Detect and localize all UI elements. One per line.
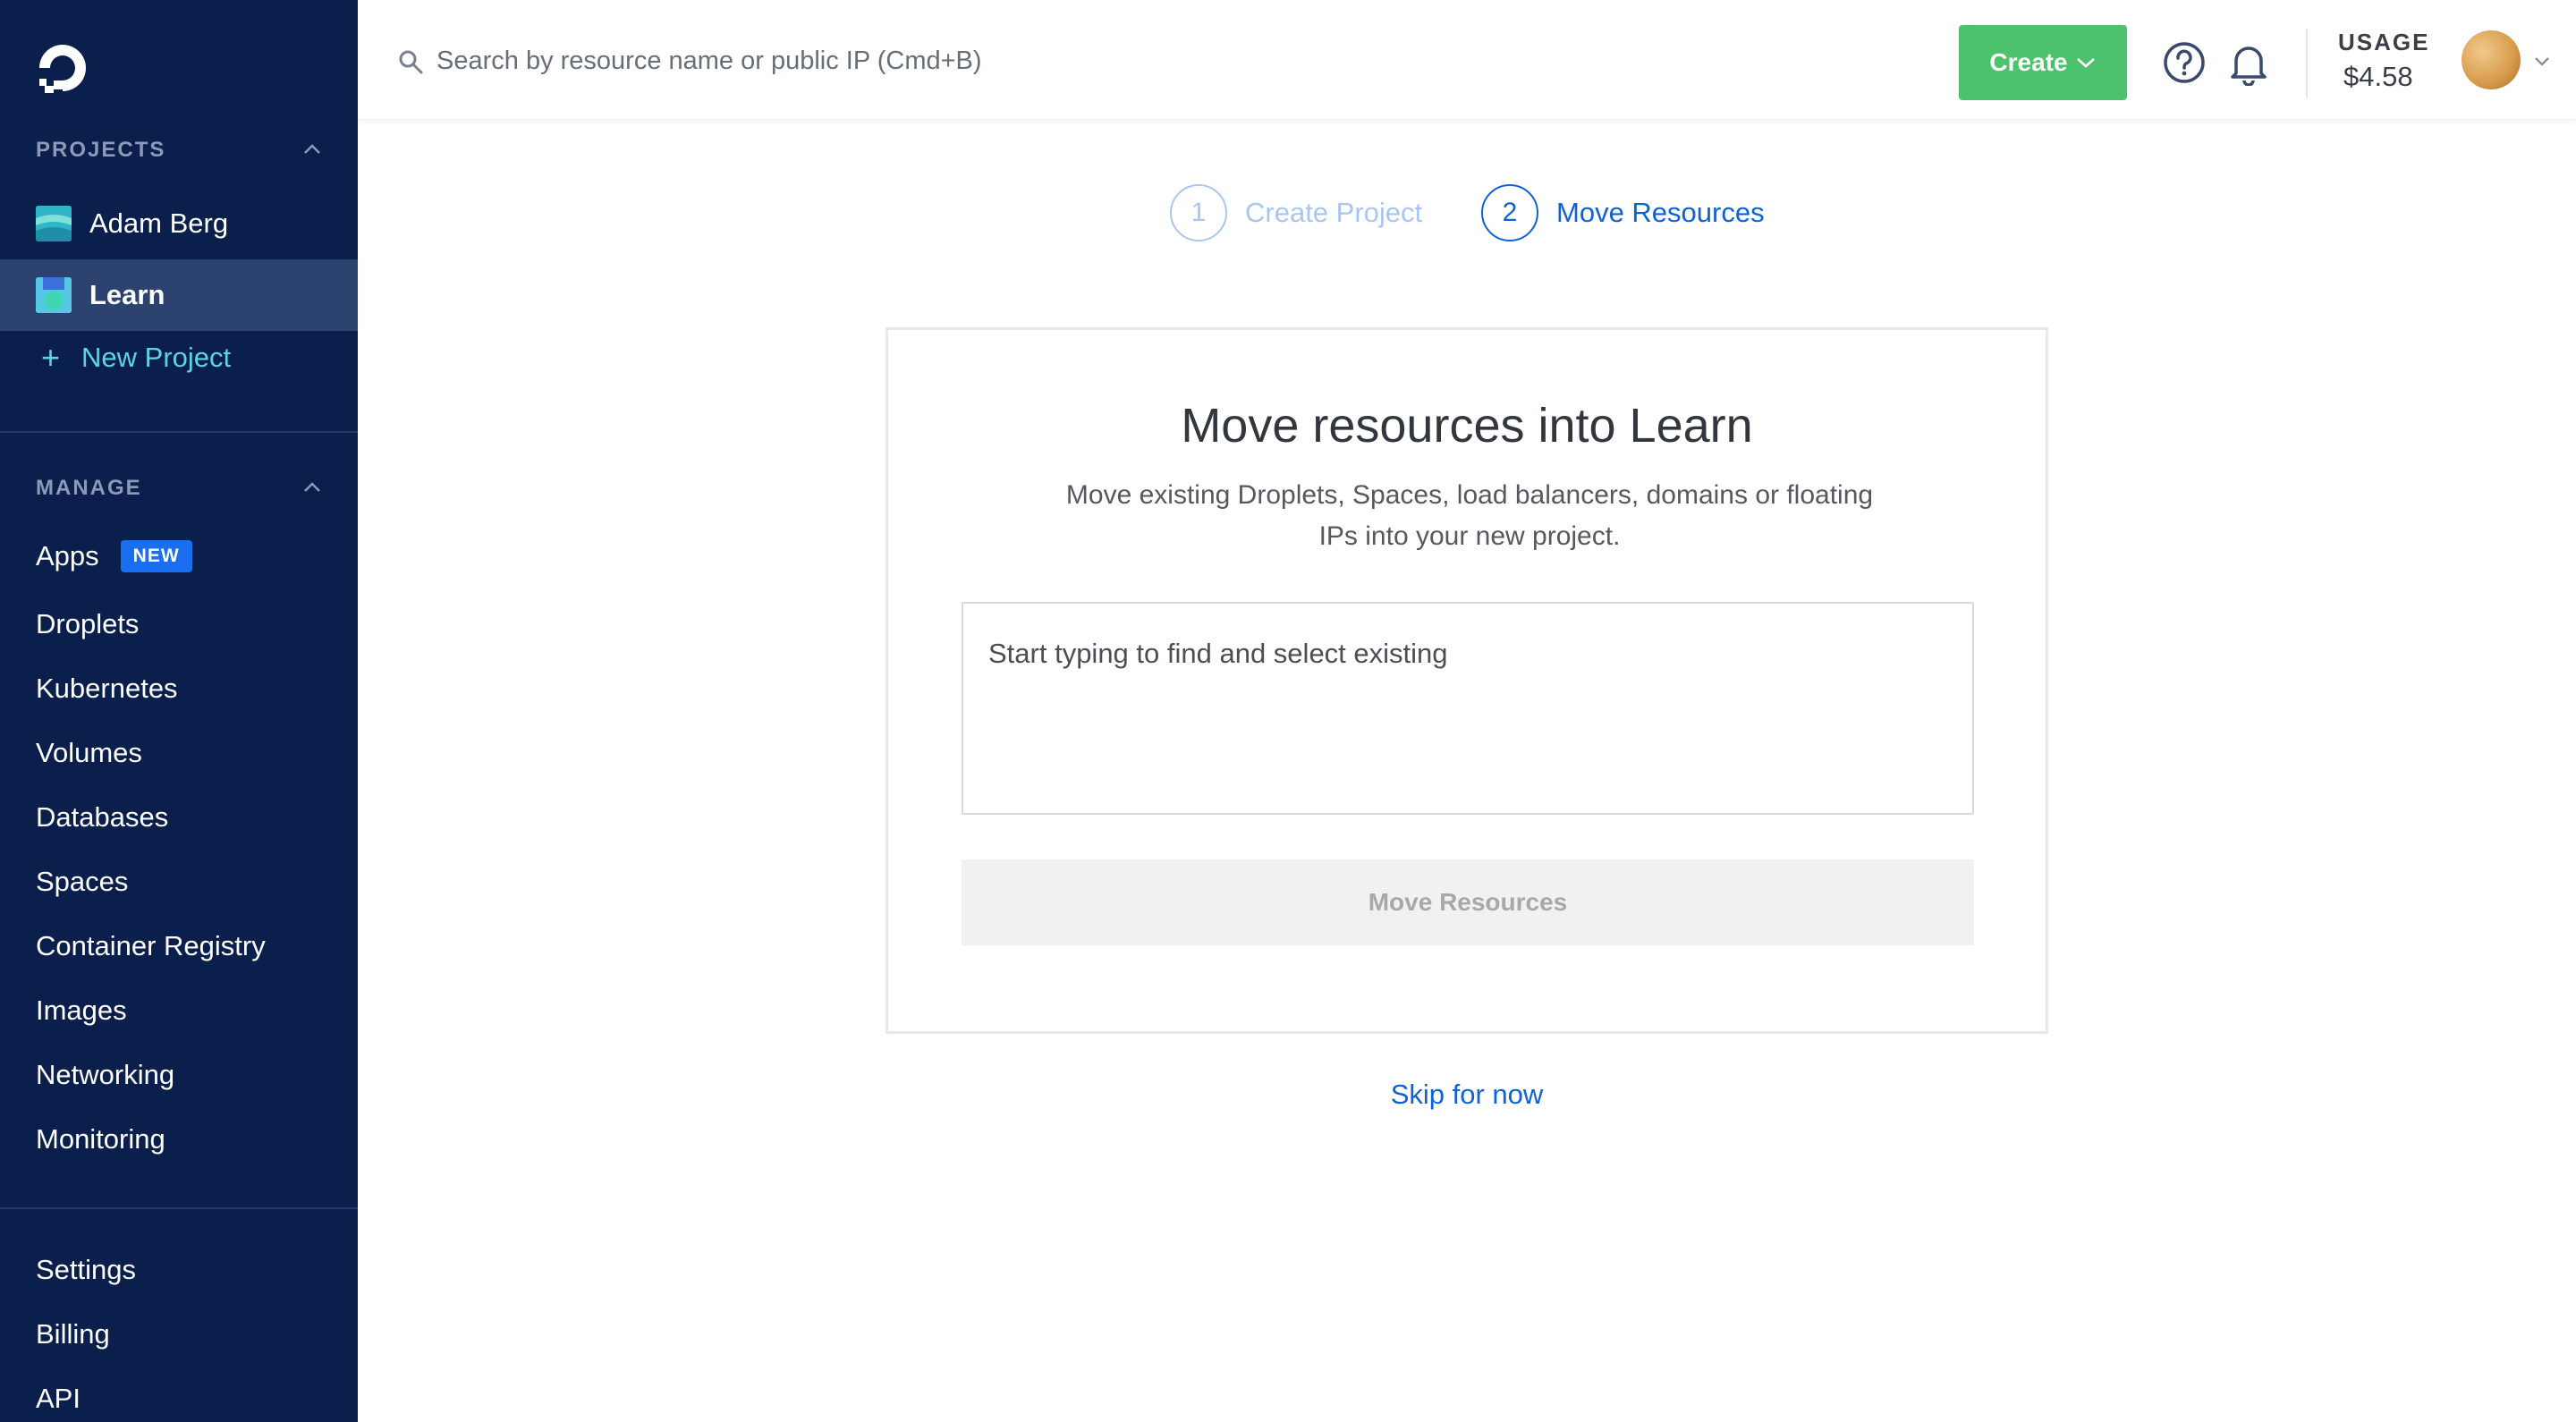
project-avatar-icon — [36, 206, 72, 241]
step-number: 1 — [1170, 184, 1227, 241]
sidebar-item-spaces[interactable]: Spaces — [36, 866, 128, 898]
search-icon — [399, 50, 423, 74]
sidebar-item-kubernetes[interactable]: Kubernetes — [36, 673, 178, 705]
new-project-label: New Project — [81, 342, 232, 373]
topbar-divider — [2306, 29, 2308, 98]
sidebar-item-images[interactable]: Images — [36, 995, 127, 1027]
collapse-manage-chevron-up-icon[interactable] — [302, 478, 322, 497]
usage-value[interactable]: $4.58 — [2343, 61, 2413, 93]
sidebar-divider — [0, 1207, 358, 1209]
sidebar-project-adam-berg[interactable]: Adam Berg — [0, 188, 358, 259]
sidebar-item-container-registry[interactable]: Container Registry — [36, 930, 266, 962]
sidebar-item-label: Databases — [36, 801, 169, 833]
sidebar-item-droplets[interactable]: Droplets — [36, 608, 139, 640]
collapse-projects-chevron-up-icon[interactable] — [302, 140, 322, 159]
notifications-bell-icon[interactable] — [2227, 39, 2270, 86]
sidebar-item-label: Billing — [36, 1318, 110, 1350]
usage-label: USAGE — [2338, 29, 2430, 55]
sidebar-divider — [0, 431, 358, 433]
sidebar-item-databases[interactable]: Databases — [36, 801, 168, 834]
sidebar-item-volumes[interactable]: Volumes — [36, 737, 142, 769]
step-number: 2 — [1481, 184, 1538, 241]
new-project-link[interactable]: + New Project — [36, 342, 231, 374]
sidebar-item-label: Kubernetes — [36, 673, 178, 704]
sidebar-item-label: Monitoring — [36, 1123, 165, 1155]
plus-icon: + — [41, 339, 61, 376]
step-create-project: 1 Create Project — [1170, 184, 1422, 241]
digitalocean-logo-icon[interactable] — [34, 39, 91, 97]
sidebar-project-label: Learn — [89, 279, 165, 310]
sidebar-item-label: Settings — [36, 1254, 137, 1285]
move-resources-button[interactable]: Move Resources — [962, 859, 1974, 945]
sidebar-item-label: API — [36, 1383, 80, 1414]
sidebar-item-settings[interactable]: Settings — [36, 1254, 136, 1286]
card-title: Move resources into Learn — [1181, 399, 1753, 453]
step-move-resources: 2 Move Resources — [1481, 184, 1765, 241]
search-input[interactable] — [436, 36, 1241, 86]
help-icon[interactable] — [2163, 41, 2206, 84]
sidebar-item-label: Droplets — [36, 608, 140, 639]
sidebar-item-label: Container Registry — [36, 930, 266, 961]
resource-search-input[interactable]: Start typing to find and select existing — [962, 602, 1974, 815]
sidebar-project-learn[interactable]: Learn — [0, 259, 358, 331]
card-description: Move existing Droplets, Spaces, load bal… — [1065, 480, 1874, 551]
sidebar-item-billing[interactable]: Billing — [36, 1318, 110, 1350]
sidebar-item-label: Volumes — [36, 737, 142, 768]
sidebar-item-label: Apps — [36, 540, 99, 571]
top-bar: Create USAGE $4.58 — [358, 0, 2576, 120]
manage-section-header: MANAGE — [36, 476, 142, 500]
step-label: Create Project — [1245, 197, 1423, 228]
sidebar-item-monitoring[interactable]: Monitoring — [36, 1123, 165, 1155]
sidebar: PROJECTS Adam Berg Learn + New Project M… — [0, 0, 358, 1422]
sidebar-item-apps[interactable]: Apps NEW — [36, 540, 192, 572]
project-avatar-icon — [36, 277, 72, 313]
step-label: Move Resources — [1556, 197, 1765, 228]
new-badge: NEW — [120, 540, 192, 572]
account-chevron-down-icon[interactable] — [2533, 52, 2551, 70]
projects-section-header: PROJECTS — [36, 138, 166, 162]
sidebar-project-label: Adam Berg — [89, 207, 229, 239]
chevron-down-icon — [2076, 58, 2095, 68]
sidebar-item-label: Images — [36, 995, 127, 1026]
sidebar-item-label: Spaces — [36, 866, 129, 897]
user-avatar[interactable] — [2462, 30, 2521, 89]
skip-for-now-link[interactable]: Skip for now — [0, 1079, 2576, 1111]
move-resources-card: Move resources into Learn Move existing … — [886, 327, 2048, 1034]
create-button[interactable]: Create — [1959, 25, 2127, 100]
create-button-label: Create — [1989, 48, 2068, 76]
sidebar-item-api[interactable]: API — [36, 1383, 80, 1415]
